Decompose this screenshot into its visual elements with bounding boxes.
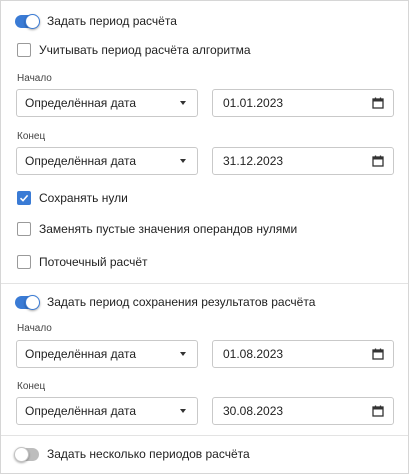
multi-period-toggle-label: Задать несколько периодов расчёта xyxy=(47,447,250,461)
toggle-knob xyxy=(25,13,40,29)
calendar-icon[interactable] xyxy=(372,97,384,109)
period-toggle-label: Задать период расчёта xyxy=(47,14,177,28)
keep-zeros-label: Сохранять нули xyxy=(39,191,128,205)
toggle-knob xyxy=(25,294,40,310)
save-end-date-input[interactable]: 30.08.2023 xyxy=(212,397,394,425)
save-start-mode-value: Определённая дата xyxy=(25,347,137,361)
algorithm-period-checkbox[interactable] xyxy=(17,43,31,57)
check-icon xyxy=(19,194,29,202)
chevron-down-icon xyxy=(180,352,186,356)
stream-calc-row[interactable]: Поточечный расчёт xyxy=(17,254,148,270)
divider xyxy=(1,283,408,284)
save-period-toggle-label: Задать период сохранения результатов рас… xyxy=(47,295,316,309)
algorithm-period-row[interactable]: Учитывать период расчёта алгоритма xyxy=(17,42,251,58)
calendar-icon[interactable] xyxy=(372,155,384,167)
end-mode-value: Определённая дата xyxy=(25,154,137,168)
multi-period-toggle-row[interactable]: Задать несколько периодов расчёта xyxy=(14,446,250,462)
period-toggle[interactable] xyxy=(15,13,40,29)
calendar-icon[interactable] xyxy=(372,348,384,360)
start-mode-value: Определённая дата xyxy=(25,96,137,110)
calculation-period-panel: Задать период расчёта Учитывать период р… xyxy=(0,0,409,474)
replace-empty-row[interactable]: Заменять пустые значения операндов нулям… xyxy=(17,221,297,237)
start-mode-select[interactable]: Определённая дата xyxy=(16,89,198,117)
chevron-down-icon xyxy=(180,159,186,163)
start-date-input[interactable]: 01.01.2023 xyxy=(212,89,394,117)
multi-period-toggle[interactable] xyxy=(14,446,39,462)
stream-calc-checkbox[interactable] xyxy=(17,255,31,269)
replace-empty-checkbox[interactable] xyxy=(17,222,31,236)
save-end-mode-value: Определённая дата xyxy=(25,404,137,418)
save-end-caption: Конец xyxy=(17,381,46,392)
keep-zeros-row[interactable]: Сохранять нули xyxy=(17,190,128,206)
replace-empty-label: Заменять пустые значения операндов нулям… xyxy=(39,222,298,236)
start-date-value: 01.01.2023 xyxy=(223,96,284,110)
save-end-date-value: 30.08.2023 xyxy=(223,404,284,418)
algorithm-period-label: Учитывать период расчёта алгоритма xyxy=(39,43,251,57)
end-mode-select[interactable]: Определённая дата xyxy=(16,147,198,175)
end-caption: Конец xyxy=(17,131,46,142)
save-start-date-input[interactable]: 01.08.2023 xyxy=(212,340,394,368)
save-start-caption: Начало xyxy=(17,323,52,334)
save-period-toggle[interactable] xyxy=(15,294,40,310)
chevron-down-icon xyxy=(180,101,186,105)
end-date-value: 31.12.2023 xyxy=(223,154,284,168)
save-end-mode-select[interactable]: Определённая дата xyxy=(16,397,198,425)
end-date-input[interactable]: 31.12.2023 xyxy=(212,147,394,175)
chevron-down-icon xyxy=(180,409,186,413)
period-toggle-row[interactable]: Задать период расчёта xyxy=(15,13,177,29)
save-period-toggle-row[interactable]: Задать период сохранения результатов рас… xyxy=(15,294,315,310)
toggle-knob xyxy=(14,446,29,462)
keep-zeros-checkbox[interactable] xyxy=(17,191,31,205)
save-start-mode-select[interactable]: Определённая дата xyxy=(16,340,198,368)
save-start-date-value: 01.08.2023 xyxy=(223,347,284,361)
calendar-icon[interactable] xyxy=(372,405,384,417)
start-caption: Начало xyxy=(17,73,52,84)
stream-calc-label: Поточечный расчёт xyxy=(39,255,148,269)
divider xyxy=(1,435,408,436)
